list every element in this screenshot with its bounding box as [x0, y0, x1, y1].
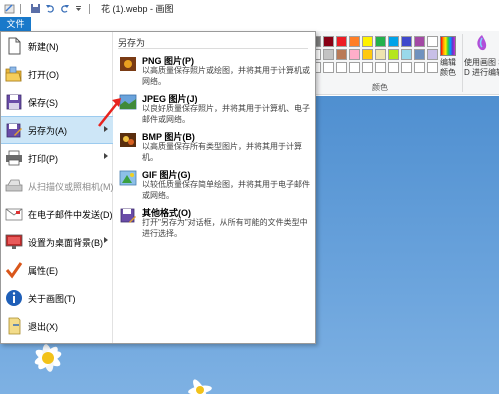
bmp-icon — [120, 133, 136, 147]
ribbon-tab-row: 文件 — [0, 17, 499, 31]
save-as-other-formats-option[interactable]: 其他格式(O) 打开"另存为"对话框，从所有可能的文件类型中进行选择。 — [116, 204, 314, 242]
menu-item-print[interactable]: 打印(P) — [1, 144, 113, 172]
color-wheel-icon — [440, 36, 456, 56]
paint3d-label: 使用画图 3 — [464, 58, 499, 67]
edit-colors-button[interactable]: 编辑 颜色 — [434, 36, 462, 78]
paint3d-icon — [477, 35, 487, 51]
email-icon — [5, 208, 23, 221]
menu-item-from-scanner: 从扫描仪或照相机(M) — [1, 172, 114, 200]
color-swatch[interactable] — [336, 36, 347, 47]
customize-toolbar-icon[interactable] — [73, 3, 84, 14]
option-description: 以高质量保存所有类型图片，并将其用于计算机。 — [142, 142, 302, 162]
color-swatch[interactable] — [375, 36, 386, 47]
save-as-icon — [6, 123, 22, 138]
color-swatch[interactable] — [414, 36, 425, 47]
redo-icon[interactable] — [59, 3, 70, 14]
color-swatch[interactable] — [414, 62, 425, 73]
colors-group-label: 颜色 — [372, 83, 388, 92]
separator — [89, 3, 90, 14]
save-as-jpeg-option[interactable]: JPEG 图片(J) 以良好质量保存照片，并将其用于计算机、电子邮件或网络。 — [116, 90, 314, 128]
menu-item-properties[interactable]: 属性(E) — [1, 256, 113, 284]
color-swatch[interactable] — [323, 49, 334, 60]
color-swatch[interactable] — [401, 62, 412, 73]
menu-item-label: 打印(P) — [28, 153, 58, 164]
submenu-arrow-icon — [104, 153, 108, 159]
option-description: 以较低质量保存简单绘图，并将其用于电子邮件或网络。 — [142, 180, 310, 200]
menu-item-send-email[interactable]: 在电子邮件中发送(D) — [1, 200, 113, 228]
paint3d-label: D 进行编辑 — [464, 68, 499, 77]
option-description: 打开"另存为"对话框，从所有可能的文件类型中进行选择。 — [142, 218, 308, 238]
title-bar: 花 (1).webp - 画图 — [0, 0, 499, 17]
png-icon — [120, 57, 136, 71]
color-swatch[interactable] — [362, 49, 373, 60]
printer-icon — [6, 150, 22, 166]
edit-colors-label: 颜色 — [440, 68, 456, 77]
save-as-gif-option[interactable]: GIF 图片(G) 以较低质量保存简单绘图，并将其用于电子邮件或网络。 — [116, 166, 314, 204]
save-icon[interactable] — [30, 3, 41, 14]
color-swatch[interactable] — [323, 36, 334, 47]
menu-item-label: 打开(O) — [28, 69, 59, 80]
file-menu-commands: 新建(N) 打开(O) 保存(S) 另存为(A) 打印(P) 从扫描仪或照相机(… — [1, 32, 114, 343]
save-as-submenu: 另存为 PNG 图片(P) 以高质量保存照片或绘图，并将其用于计算机或网络。 J… — [114, 32, 315, 343]
color-swatch[interactable] — [388, 36, 399, 47]
option-description: 以良好质量保存照片，并将其用于计算机、电子邮件或网络。 — [142, 104, 310, 124]
edit-with-paint3d-button[interactable]: 使用画图 3 D 进行编辑 — [464, 34, 499, 78]
color-swatch[interactable] — [362, 62, 373, 73]
menu-item-label: 关于画图(T) — [28, 293, 76, 304]
submenu-arrow-icon — [104, 237, 108, 243]
checkmark-icon — [5, 262, 23, 279]
color-swatch[interactable] — [336, 62, 347, 73]
save-as-bmp-option[interactable]: BMP 图片(B) 以高质量保存所有类型图片，并将其用于计算机。 — [116, 128, 314, 166]
undo-icon[interactable] — [45, 3, 56, 14]
menu-item-label: 从扫描仪或照相机(M) — [28, 181, 114, 192]
open-folder-icon — [5, 66, 22, 82]
window-title: 花 (1).webp - 画图 — [101, 4, 174, 14]
color-swatch[interactable] — [349, 49, 360, 60]
color-swatch[interactable] — [401, 49, 412, 60]
edit-colors-label: 编辑 — [440, 58, 456, 67]
menu-item-label: 新建(N) — [28, 41, 59, 52]
color-swatch[interactable] — [375, 49, 386, 60]
color-swatch[interactable] — [323, 62, 334, 73]
annotation-arrow-icon — [98, 98, 121, 127]
color-swatch[interactable] — [349, 62, 360, 73]
other-formats-icon — [120, 208, 136, 223]
menu-item-label: 在电子邮件中发送(D) — [28, 209, 113, 220]
color-swatch[interactable] — [388, 62, 399, 73]
gif-icon — [119, 170, 137, 186]
color-swatch[interactable] — [414, 49, 425, 60]
color-swatch[interactable] — [349, 36, 360, 47]
color-swatch[interactable] — [336, 49, 347, 60]
new-file-icon — [8, 37, 21, 55]
menu-item-set-desktop-background[interactable]: 设置为桌面背景(B) — [1, 228, 113, 256]
color-swatch[interactable] — [375, 62, 386, 73]
file-menu: 新建(N) 打开(O) 保存(S) 另存为(A) 打印(P) 从扫描仪或照相机(… — [0, 31, 316, 344]
file-tab[interactable]: 文件 — [0, 17, 31, 31]
menu-item-new[interactable]: 新建(N) — [1, 32, 113, 60]
menu-item-label: 属性(E) — [28, 265, 58, 276]
menu-item-label: 退出(X) — [28, 321, 58, 332]
color-swatch[interactable] — [362, 36, 373, 47]
separator — [20, 3, 21, 14]
scanner-icon — [5, 179, 23, 192]
save-as-png-option[interactable]: PNG 图片(P) 以高质量保存照片或绘图，并将其用于计算机或网络。 — [116, 52, 314, 90]
separator — [462, 34, 463, 92]
info-icon — [6, 290, 22, 306]
option-description: 以高质量保存照片或绘图，并将其用于计算机或网络。 — [142, 66, 310, 86]
menu-item-label: 设置为桌面背景(B) — [28, 237, 103, 248]
separator — [118, 48, 308, 49]
menu-item-about-paint[interactable]: 关于画图(T) — [1, 284, 113, 312]
color-swatch[interactable] — [401, 36, 412, 47]
save-icon — [6, 94, 22, 110]
menu-item-open[interactable]: 打开(O) — [1, 60, 113, 88]
exit-icon — [8, 317, 21, 335]
menu-item-exit[interactable]: 退出(X) — [1, 312, 113, 340]
desktop-background-icon — [5, 234, 23, 249]
menu-item-label: 保存(S) — [28, 97, 58, 108]
paint-app-icon — [4, 4, 15, 14]
menu-item-label: 另存为(A) — [28, 125, 67, 136]
color-swatch[interactable] — [388, 49, 399, 60]
